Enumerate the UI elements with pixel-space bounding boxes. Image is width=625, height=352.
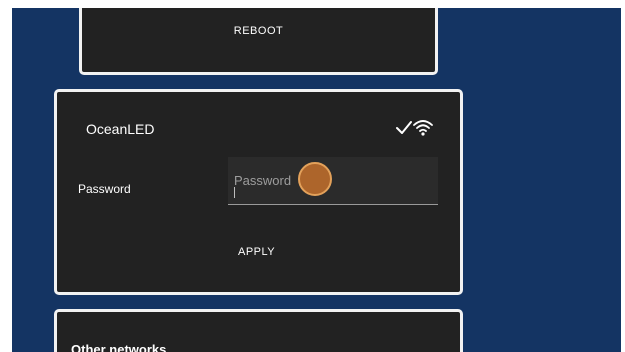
password-label: Password	[78, 182, 131, 196]
reboot-button[interactable]: REBOOT	[82, 25, 435, 37]
checkmark-icon	[396, 121, 412, 134]
wifi-icon	[413, 120, 433, 136]
reboot-card: REBOOT	[79, 8, 438, 75]
text-caret	[234, 187, 235, 198]
other-networks-title: Other networks	[71, 342, 167, 352]
network-name: OceanLED	[86, 121, 155, 137]
other-networks-card: Other networks	[54, 309, 463, 352]
apply-button[interactable]: APPLY	[238, 246, 275, 258]
network-card: OceanLED Password APPLY	[54, 89, 463, 295]
app-viewport: REBOOT OceanLED Password APPLY Other net…	[12, 8, 621, 352]
network-status-icons	[395, 118, 437, 138]
status-icons-svg	[396, 120, 433, 136]
touch-indicator	[298, 162, 332, 196]
password-field[interactable]	[228, 157, 438, 205]
